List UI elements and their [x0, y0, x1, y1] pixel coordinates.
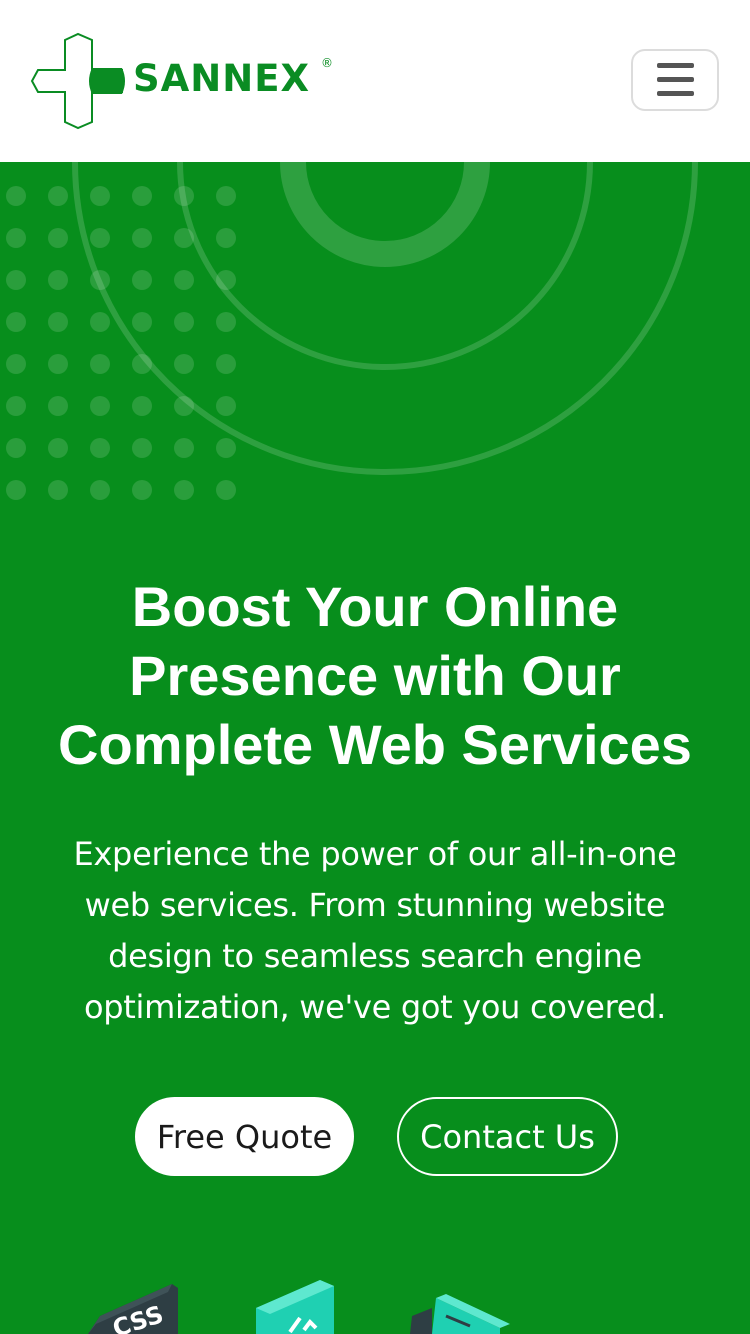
decorative-dot	[6, 354, 26, 374]
decorative-dot	[132, 186, 152, 206]
decorative-dot	[174, 480, 194, 500]
hero-title: Boost Your Online Presence with Our Comp…	[58, 575, 692, 776]
browser-window-icon	[410, 1294, 510, 1334]
services-illustration: CSS	[88, 1280, 510, 1334]
decorative-dot	[6, 228, 26, 248]
decorative-dot	[6, 438, 26, 458]
decorative-dot	[174, 438, 194, 458]
decorative-dot	[216, 396, 236, 416]
decorative-dot	[48, 396, 68, 416]
decorative-dot	[48, 480, 68, 500]
decorative-dot	[132, 396, 152, 416]
decorative-dot	[174, 270, 194, 290]
decorative-dot	[216, 312, 236, 332]
decorative-dot	[216, 354, 236, 374]
free-quote-button[interactable]: Free Quote	[135, 1097, 354, 1176]
decorative-dot	[48, 270, 68, 290]
decorative-dot	[132, 270, 152, 290]
decorative-dot	[132, 312, 152, 332]
decorative-dot	[216, 186, 236, 206]
decorative-dot	[90, 312, 110, 332]
decorative-dot	[6, 186, 26, 206]
decorative-dot	[132, 228, 152, 248]
decorative-dot	[90, 228, 110, 248]
decorative-dot	[48, 186, 68, 206]
decorative-dot	[90, 396, 110, 416]
registered-mark: ®	[321, 56, 333, 70]
decorative-dot	[174, 312, 194, 332]
decorative-dot	[90, 438, 110, 458]
hero-subtitle: Experience the power of our all-in-one w…	[73, 835, 677, 1026]
decorative-dot	[6, 312, 26, 332]
decorative-dot	[90, 354, 110, 374]
brand-name: SANNEX	[133, 57, 311, 100]
decorative-background-pattern	[6, 162, 698, 500]
decorative-dot	[48, 354, 68, 374]
decorative-dot	[216, 228, 236, 248]
decorative-dot	[174, 354, 194, 374]
hamburger-menu-icon-bar	[657, 91, 694, 96]
hamburger-menu-icon-bar	[657, 77, 694, 82]
site-header: SANNEX ®	[0, 0, 750, 162]
menu-button[interactable]	[631, 49, 719, 111]
decorative-dot	[90, 480, 110, 500]
decorative-dot	[216, 480, 236, 500]
decorative-dot	[216, 438, 236, 458]
decorative-dot	[132, 480, 152, 500]
decorative-dot	[48, 312, 68, 332]
hero-section: Boost Your Online Presence with Our Comp…	[0, 162, 750, 1334]
decorative-dot	[90, 186, 110, 206]
hamburger-menu-icon	[657, 63, 694, 68]
decorative-dot	[6, 396, 26, 416]
decorative-dot	[6, 270, 26, 290]
code-file-icon	[256, 1280, 334, 1334]
decorative-dot	[48, 438, 68, 458]
decorative-dot	[6, 480, 26, 500]
contact-us-button[interactable]: Contact Us	[397, 1097, 618, 1176]
decorative-dot	[48, 228, 68, 248]
decorative-dot	[132, 438, 152, 458]
css-file-icon: CSS	[88, 1284, 178, 1334]
